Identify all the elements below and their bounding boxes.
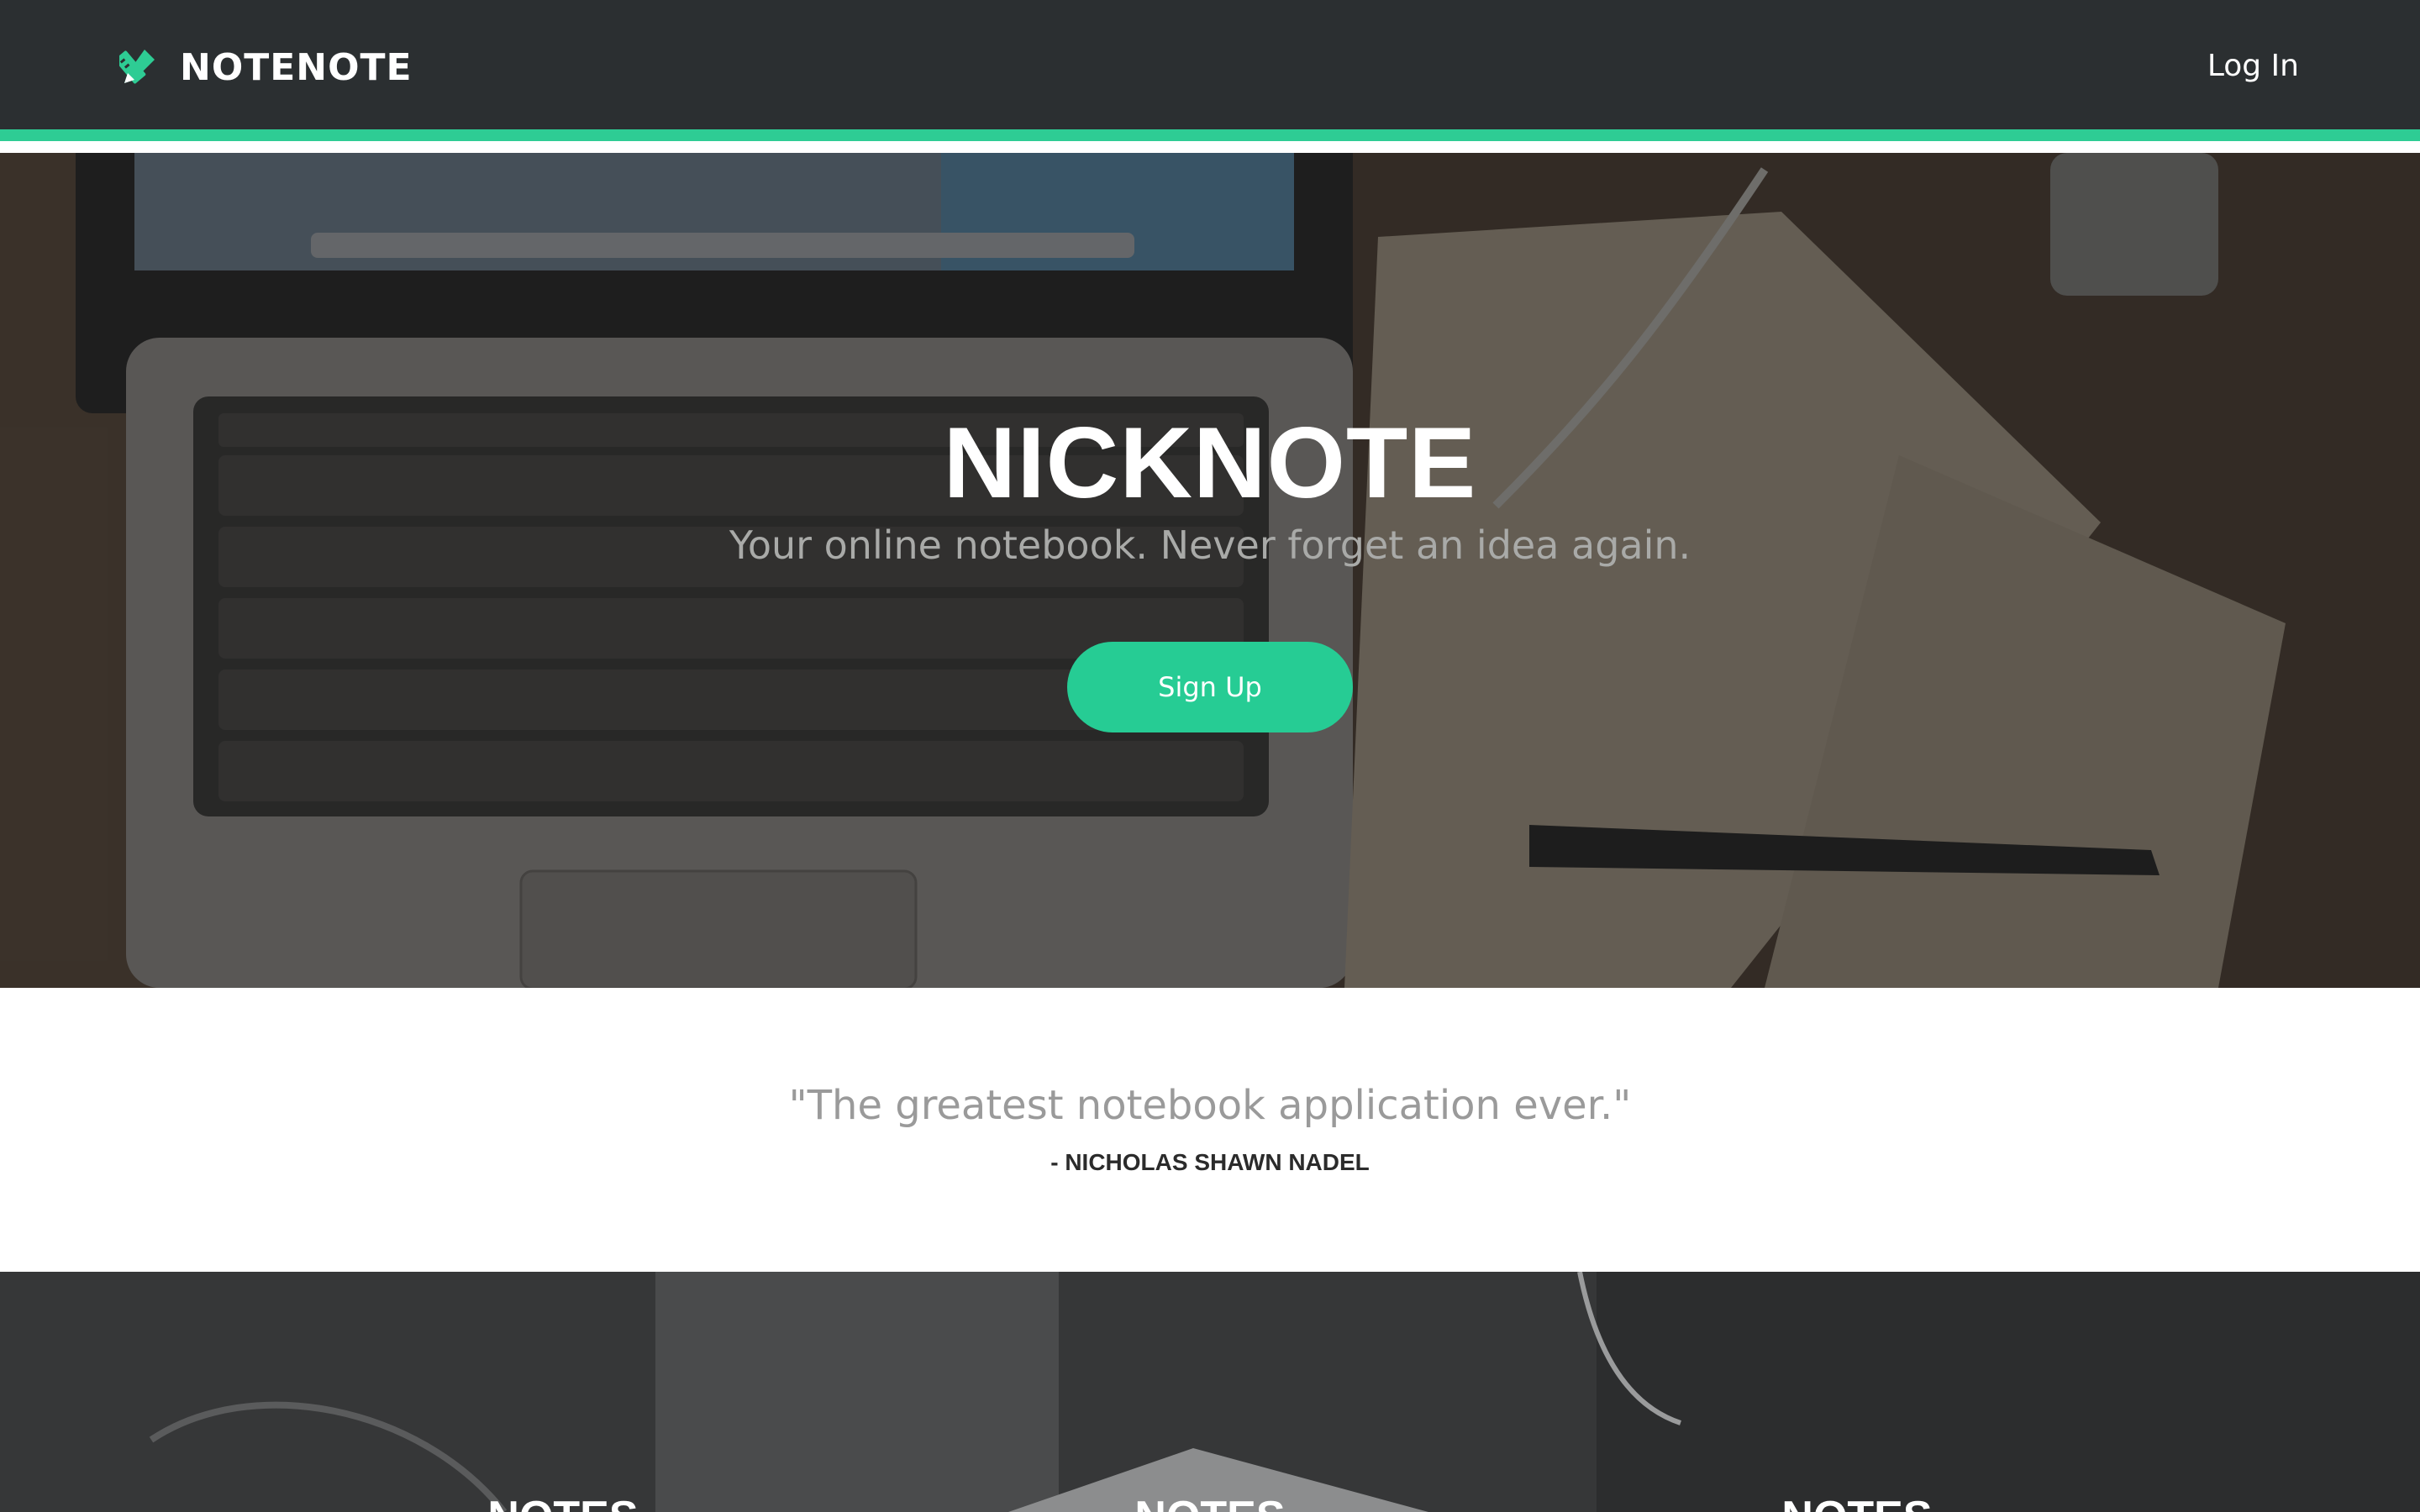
signup-button[interactable]: Sign Up (1067, 642, 1353, 732)
features-section: NOTES NOTES NOTES (0, 1272, 2420, 1512)
feature-heading-1: NOTES (395, 1492, 731, 1512)
feature-heading-3: NOTES (1689, 1492, 2025, 1512)
features-background-image (0, 1272, 2420, 1512)
feature-heading-2: NOTES (1042, 1492, 1378, 1512)
login-link[interactable]: Log In (2207, 49, 2299, 83)
brand-name: NOTENOTE (180, 45, 413, 89)
brand-logo[interactable]: NOTENOTE (119, 44, 413, 91)
testimonial-section: "The greatest notebook application ever.… (0, 988, 2420, 1272)
testimonial-author: - NICHOLAS SHAWN NADEL (1050, 1149, 1370, 1175)
testimonial-quote: "The greatest notebook application ever.… (788, 1082, 1632, 1129)
pencil-ruler-icon (119, 50, 155, 84)
top-navbar: NOTENOTE Log In (0, 0, 2420, 141)
hero-section: NICKNOTE Your online notebook. Never for… (0, 153, 2420, 988)
hero-tagline: Your online notebook. Never forget an id… (729, 522, 1691, 568)
hero-title: NICKNOTE (943, 407, 1477, 519)
hero-overlay (0, 153, 2420, 988)
